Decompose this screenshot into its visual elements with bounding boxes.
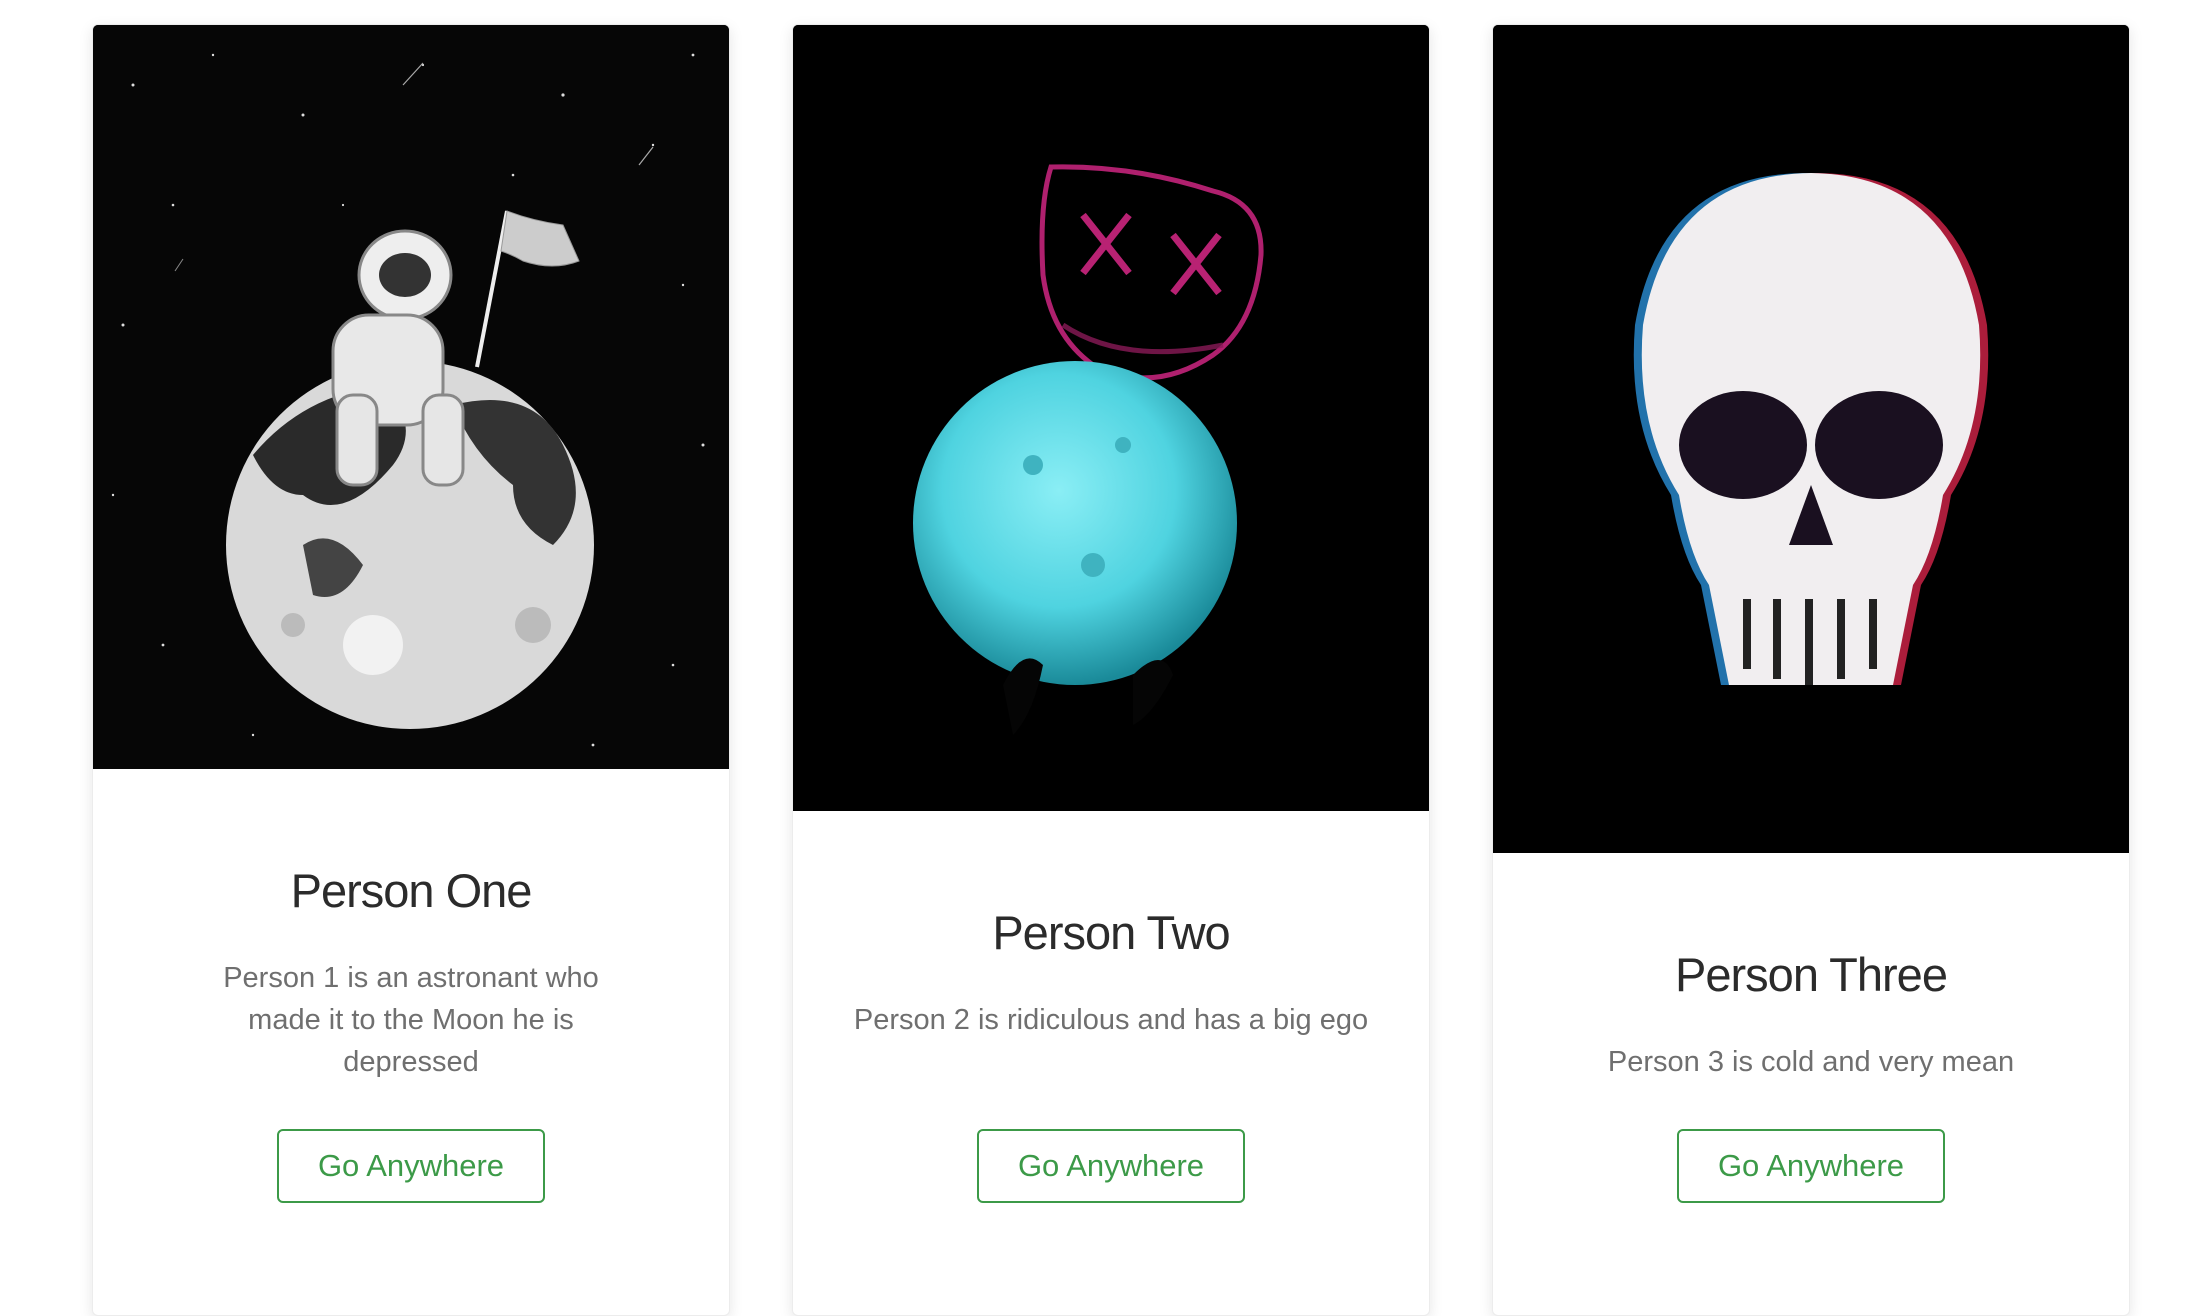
card-description: Person 1 is an astronant who made it to … bbox=[223, 962, 599, 1078]
card-title: Person One bbox=[290, 864, 533, 917]
card-person-one: Person One Person 1 is an astronant who … bbox=[92, 24, 730, 1316]
card-description: Person 3 is cold and very mean bbox=[1607, 1046, 2015, 1078]
astronaut-moon-image bbox=[93, 25, 729, 769]
glowing-moon-image bbox=[793, 25, 1429, 811]
go-anywhere-button[interactable]: Go Anywhere bbox=[1677, 1129, 1945, 1203]
card-person-two: Person Two Person 2 is ridiculous and ha… bbox=[792, 24, 1430, 1316]
go-anywhere-button[interactable]: Go Anywhere bbox=[277, 1129, 545, 1203]
glitch-skull-image bbox=[1493, 25, 2129, 853]
card-person-three: Person Three Person 3 is cold and very m… bbox=[1492, 24, 2130, 1316]
card-title: Person Two bbox=[992, 906, 1230, 959]
go-anywhere-button[interactable]: Go Anywhere bbox=[977, 1129, 1245, 1203]
card-description: Person 2 is ridiculous and has a big ego bbox=[853, 1004, 1369, 1036]
card-title: Person Three bbox=[1675, 948, 1948, 1001]
